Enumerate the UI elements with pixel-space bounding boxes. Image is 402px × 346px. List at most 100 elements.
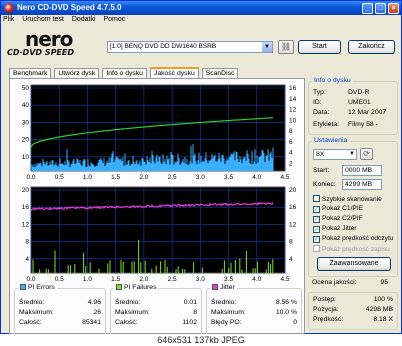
x-tick-label: 4.5 (280, 174, 289, 181)
y-right-tick-label: 16 (289, 204, 297, 211)
y-right-tick-label: 4 (289, 256, 293, 263)
x-tick-label: 2.0 (139, 276, 148, 283)
x-tick-label: 4.0 (252, 276, 261, 283)
y-right-tick-label: 12 (289, 221, 297, 228)
minimize-icon[interactable]: _ (362, 3, 373, 14)
show-read-speed-checkbox[interactable]: ✓ Pokaż prędkość odczytu (313, 235, 397, 243)
y-tick-label: 8 (25, 239, 29, 246)
window-title: Nero CD-DVD Speed 4.7.5.0 (17, 3, 122, 12)
pi-failures-max-value: 8 (193, 309, 197, 316)
start-button[interactable]: Start (298, 40, 341, 54)
jitter-box: Jitter Średnio: 8.56 % Maksimum: 10.0 % … (206, 284, 302, 336)
y-tick-label: 20 (22, 187, 30, 194)
title-bar[interactable]: Nero CD-DVD Speed 4.7.5.0 _ □ × (1, 1, 401, 15)
checkbox-box (313, 245, 320, 252)
pi-failures-box: PI Failures Średnio: 0.01 Maksimum: 8 Ca… (110, 284, 202, 336)
menu-extras[interactable]: Dodatki (72, 16, 96, 23)
exit-button[interactable]: Zakończ (348, 40, 395, 54)
end-label: Koniec: (313, 181, 336, 188)
pi-failures-swatch (116, 284, 122, 290)
checkbox-box[interactable] (313, 195, 320, 202)
drive-select[interactable]: [1:0] BENQ DVD DD DW1640 BSRB ▼ (107, 41, 273, 53)
menu-run-test[interactable]: Uruchom test (22, 16, 64, 23)
close-icon[interactable]: × (388, 3, 399, 14)
bottom-graph-pi-failures-jitter: 0.0 0.5 1.0 1.5 2.0 2.5 3.0 3.5 4.0 4.5 20 16 12 8 4 20… (22, 186, 297, 283)
settings-group: Ustawienia 8X ▼ ⟳ Start: 0000 MB Koniec:… (308, 137, 398, 277)
pi-errors-avg-value: 4.96 (87, 299, 101, 306)
disc-date-row: Data: 12 Mar 2007 (313, 109, 386, 116)
x-tick-label: 2.0 (139, 174, 148, 181)
disc-id-row: ID: UME01 (313, 99, 371, 106)
maximize-icon[interactable]: □ (375, 3, 386, 14)
nero-app-icon (4, 3, 14, 13)
pi-failures-avg-value: 0.01 (183, 299, 197, 306)
pi-errors-total-label: Całość: (19, 319, 42, 326)
disc-label-label: Etykieta: (313, 121, 340, 128)
disc-type-row: Typ: DVD-R (313, 89, 370, 96)
quality-score: 95 (380, 279, 388, 286)
check-icon[interactable]: ✓ (313, 236, 320, 243)
disc-date-label: Data: (313, 109, 330, 116)
disc-label-row: Etykieta: Filmy 58 - (313, 121, 378, 128)
po-errors-value: 0 (293, 319, 297, 326)
start-mb-input[interactable]: 0000 MB (342, 165, 382, 176)
x-tick-label: 2.5 (168, 174, 177, 181)
quick-scan-checkbox[interactable]: Szybkie skanowanie (313, 195, 382, 203)
chevron-down-icon[interactable]: ▼ (262, 42, 272, 52)
position-value: 4298 MB (365, 306, 393, 313)
show-write-speed-checkbox: Pokaż prędkość zapisu (313, 245, 397, 253)
jitter-avg-value: 8.56 % (275, 299, 297, 306)
y-right-tick-label: 14 (289, 96, 297, 103)
x-tick-label: 3.0 (196, 174, 205, 181)
disc-info-group: Info o dysku Typ: DVD-R ID: UME01 Data: 12 … (308, 77, 398, 135)
pi-errors-total-value: 85341 (82, 319, 101, 326)
jitter-swatch (212, 284, 218, 290)
show-pif-checkbox[interactable]: ✓ Pokaż C2/PIF (313, 215, 363, 223)
jitter-max-value: 10.0 % (275, 309, 297, 316)
x-tick-label: 1.0 (83, 174, 92, 181)
jitter-max-label: Maksimum: (211, 309, 246, 316)
tab-strip: Benchmark Utwórz dysk Info o dysku Jakoś… (9, 67, 239, 79)
jitter-avg-label: Średnio: (211, 299, 237, 306)
advanced-button[interactable]: Zaawansowane (317, 257, 391, 271)
disc-info-title: Info o dysku (312, 77, 353, 84)
show-jitter-label: Pokaż Jitter (322, 225, 357, 232)
refresh-drive-button[interactable]: ⛓ (278, 40, 294, 54)
menu-bar: Plik Uruchom test Dodatki Pomoc (3, 16, 131, 26)
logo-product: CD·DVD SPEED (7, 48, 75, 57)
disc-type-value: DVD-R (348, 89, 370, 96)
end-mb-input[interactable]: 4299 MB (342, 179, 382, 190)
app-window: Nero CD-DVD Speed 4.7.5.0 _ □ × Plik Uru… (0, 0, 402, 336)
x-tick-label: 0.0 (26, 174, 35, 181)
disc-id-label: ID: (313, 99, 322, 106)
chevron-down-icon[interactable]: ▼ (349, 150, 355, 159)
menu-file[interactable]: Plik (3, 16, 14, 23)
check-icon[interactable]: ✓ (313, 216, 320, 223)
show-pie-checkbox[interactable]: ✓ Pokaż C1/PIE (313, 205, 363, 213)
speed-select[interactable]: 8X ▼ (313, 149, 357, 160)
position-label: Pozycja: (313, 306, 339, 313)
menu-help[interactable]: Pomoc (104, 16, 126, 23)
show-write-speed-label: Pokaż prędkość zapisu (322, 246, 390, 253)
x-tick-label: 4.5 (280, 276, 289, 283)
disc-type-label: Typ: (313, 89, 326, 96)
speed-value: 8.18 X (373, 316, 393, 323)
pi-errors-avg-label: Średnio: (19, 299, 45, 306)
pi-failures-max-label: Maksimum: (115, 309, 150, 316)
x-tick-label: 4.0 (252, 174, 261, 181)
y-tick-label: 10 (22, 154, 30, 161)
refresh-icon: ⟳ (363, 149, 370, 158)
y-tick-label: 12 (22, 221, 30, 228)
check-icon[interactable]: ✓ (313, 226, 320, 233)
check-icon[interactable]: ✓ (313, 206, 320, 213)
y-right-tick-label: 10 (289, 117, 297, 124)
show-jitter-checkbox[interactable]: ✓ Pokaż Jitter (313, 225, 356, 233)
disc-date-value: 12 Mar 2007 (348, 109, 387, 116)
pi-errors-swatch (20, 284, 26, 290)
pi-failures-total-value: 1102 (182, 319, 197, 326)
y-right-tick-label: 8 (289, 239, 293, 246)
chain-link-icon: ⛓ (280, 42, 292, 51)
x-tick-label: 3.5 (224, 276, 233, 283)
x-tick-label: 2.5 (168, 276, 177, 283)
speed-refresh-button[interactable]: ⟳ (360, 148, 373, 160)
